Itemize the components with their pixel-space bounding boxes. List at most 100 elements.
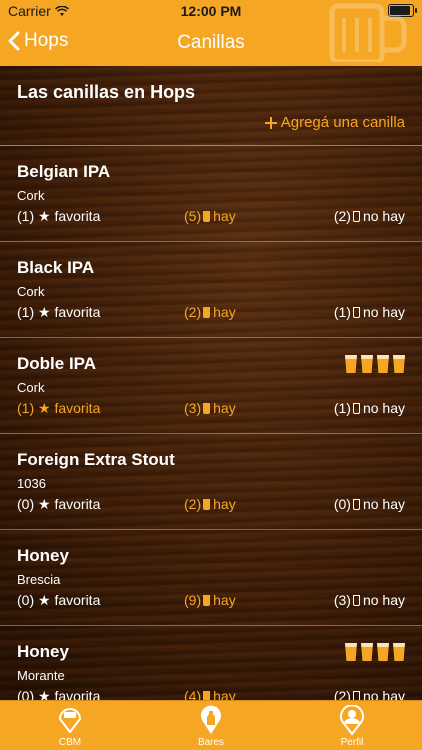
pint-glass-icon xyxy=(345,355,357,373)
tab-cbm[interactable]: CBM xyxy=(0,701,140,750)
empty-glass-icon xyxy=(352,402,360,414)
favorite-button[interactable]: (0) ★ favorita xyxy=(17,592,100,609)
profile-icon xyxy=(340,705,364,735)
hay-label: hay xyxy=(213,688,236,700)
hay-label: hay xyxy=(213,400,236,416)
tap-name: Belgian IPA xyxy=(17,162,111,181)
no-hay-count: (1) xyxy=(333,400,351,416)
tap-actions: (1) ★ favorita (2) hay (1) no hay xyxy=(17,304,405,324)
empty-glass-icon xyxy=(352,210,360,222)
beer-mug-watermark-icon xyxy=(329,3,407,62)
taps-list[interactable]: Las canillas en Hops Agregá una canilla … xyxy=(0,66,422,700)
list-header: Las canillas en Hops Agregá una canilla xyxy=(0,66,422,146)
empty-glass-icon xyxy=(352,498,360,510)
tap-name: Honey xyxy=(17,546,69,565)
full-glass-icon xyxy=(203,498,211,510)
hay-button[interactable]: (9) hay xyxy=(184,592,236,608)
hay-button[interactable]: (5) hay xyxy=(184,208,236,224)
no-hay-button[interactable]: (2) no hay xyxy=(334,208,405,224)
empty-glass-icon xyxy=(352,306,360,318)
tap-actions: (0) ★ favorita (2) hay (0) no hay xyxy=(17,496,405,516)
favorite-button[interactable]: (1) ★ favorita xyxy=(17,208,100,225)
no-hay-label: no hay xyxy=(362,688,405,700)
tap-row[interactable]: Honey Morante (0) ★ favorita (4) hay (2) no ha… xyxy=(0,626,422,700)
empty-glass-icon xyxy=(352,690,360,700)
top-bar: Carrier 12:00 PM Hops Canillas xyxy=(0,0,422,66)
hay-count: (2) xyxy=(184,304,202,320)
no-hay-label: no hay xyxy=(362,208,405,224)
rating xyxy=(345,355,405,373)
pint-glass-icon xyxy=(345,643,357,661)
no-hay-count: (2) xyxy=(333,688,351,700)
no-hay-button[interactable]: (1) no hay xyxy=(334,304,405,320)
tab-perfil-label: Perfil xyxy=(340,737,364,748)
hay-count: (9) xyxy=(184,592,202,608)
tap-name: Doble IPA xyxy=(17,354,97,373)
tap-row[interactable]: Doble IPA Cork (1) ★ favorita (3) hay (1) no h… xyxy=(0,338,422,434)
no-hay-label: no hay xyxy=(362,400,405,416)
no-hay-label: no hay xyxy=(362,304,405,320)
no-hay-count: (1) xyxy=(333,304,351,320)
favorite-button[interactable]: (0) ★ favorita xyxy=(17,688,100,700)
bar-location-icon xyxy=(201,705,221,734)
tap-row[interactable]: Foreign Extra Stout 1036 (0) ★ favorita (2)… xyxy=(0,434,422,530)
empty-glass-icon xyxy=(352,594,360,606)
tab-perfil[interactable]: Perfil xyxy=(282,701,422,750)
tap-row[interactable]: Honey Brescia (0) ★ favorita (9) hay (3) no ha… xyxy=(0,530,422,626)
hay-button[interactable]: (2) hay xyxy=(184,496,236,512)
cbm-badge-icon xyxy=(58,708,82,733)
full-glass-icon xyxy=(203,690,211,700)
tap-brewery: Brescia xyxy=(17,572,61,587)
tap-brewery: 1036 xyxy=(17,476,46,491)
hay-button[interactable]: (2) hay xyxy=(184,304,236,320)
tap-actions: (1) ★ favorita (5) hay (2) no hay xyxy=(17,208,405,228)
rating xyxy=(345,643,405,661)
add-tap-label: Agregá una canilla xyxy=(280,114,405,131)
no-hay-button[interactable]: (0) no hay xyxy=(334,496,405,512)
plus-icon xyxy=(264,116,277,129)
no-hay-count: (3) xyxy=(333,592,351,608)
favorite-button[interactable]: (1) ★ favorita xyxy=(17,304,100,321)
tab-bares[interactable]: Bares xyxy=(141,701,281,750)
tap-actions: (0) ★ favorita (4) hay (2) no hay xyxy=(17,688,405,700)
full-glass-icon xyxy=(203,402,211,414)
pint-glass-icon xyxy=(377,643,389,661)
tap-name: Honey xyxy=(17,642,69,661)
tap-row[interactable]: Belgian IPA Cork (1) ★ favorita (5) hay (2) no… xyxy=(0,146,422,242)
tap-actions: (0) ★ favorita (9) hay (3) no hay xyxy=(17,592,405,612)
hay-label: hay xyxy=(213,208,236,224)
no-hay-label: no hay xyxy=(362,496,405,512)
tap-actions: (1) ★ favorita (3) hay (1) no hay xyxy=(17,400,405,420)
tap-row[interactable]: Black IPA Cork (1) ★ favorita (2) hay (1) no h… xyxy=(0,242,422,338)
pint-glass-icon xyxy=(361,355,373,373)
hay-count: (2) xyxy=(184,496,202,512)
no-hay-button[interactable]: (1) no hay xyxy=(334,400,405,416)
add-tap-button[interactable]: Agregá una canilla xyxy=(264,114,405,131)
tap-name: Black IPA xyxy=(17,258,95,277)
hay-label: hay xyxy=(213,304,236,320)
no-hay-button[interactable]: (3) no hay xyxy=(334,592,405,608)
favorite-button[interactable]: (1) ★ favorita xyxy=(17,400,100,417)
hay-label: hay xyxy=(213,592,236,608)
full-glass-icon xyxy=(203,210,211,222)
full-glass-icon xyxy=(203,594,211,606)
pint-glass-icon xyxy=(393,643,405,661)
nav-bar: Hops Canillas xyxy=(0,3,422,66)
hay-count: (5) xyxy=(184,208,202,224)
favorite-button[interactable]: (0) ★ favorita xyxy=(17,496,100,513)
section-title: Las canillas en Hops xyxy=(17,82,196,102)
hay-button[interactable]: (3) hay xyxy=(184,400,236,416)
tab-cbm-label: CBM xyxy=(58,737,82,748)
hay-label: hay xyxy=(213,496,236,512)
pint-glass-icon xyxy=(393,355,405,373)
hay-button[interactable]: (4) hay xyxy=(184,688,236,700)
tap-brewery: Morante xyxy=(17,668,65,683)
hay-count: (3) xyxy=(184,400,202,416)
no-hay-count: (2) xyxy=(333,208,351,224)
no-hay-label: no hay xyxy=(362,592,405,608)
tab-bar: CBM Bares Perfil xyxy=(0,700,422,750)
no-hay-button[interactable]: (2) no hay xyxy=(334,688,405,700)
hay-count: (4) xyxy=(184,688,202,700)
pint-glass-icon xyxy=(377,355,389,373)
tab-bares-label: Bares xyxy=(197,737,225,748)
